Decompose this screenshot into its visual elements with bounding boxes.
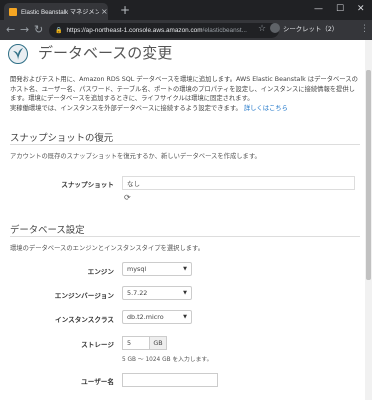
url-host: https://ap-northeast-1.console.aws.amazo… bbox=[66, 27, 203, 34]
intro-text: 開発およびテスト用に、Amazon RDS SQL データベースを環境に追加しま… bbox=[10, 76, 358, 103]
forward-button[interactable]: → bbox=[20, 23, 29, 37]
snapshot-select[interactable]: なし bbox=[122, 176, 355, 190]
lock-icon: 🔒 bbox=[55, 27, 63, 34]
close-window-button[interactable]: ✕ bbox=[357, 2, 365, 16]
tab-title: Elastic Beanstalk マネジメントコンソ bbox=[21, 9, 99, 16]
instance-class-label: インスタンスクラス bbox=[55, 316, 114, 324]
engine-label: エンジン bbox=[87, 268, 114, 276]
bookmark-star-icon[interactable]: ☆ bbox=[258, 24, 266, 34]
url-path: /elasticbeanst... bbox=[202, 27, 247, 34]
aws-favicon-icon bbox=[9, 7, 17, 16]
chevron-down-icon: ▼ bbox=[183, 290, 187, 296]
minimize-button[interactable]: — bbox=[314, 2, 323, 16]
divider bbox=[10, 236, 360, 237]
refresh-icon[interactable]: ⟳ bbox=[124, 193, 131, 202]
incognito-icon bbox=[270, 23, 280, 33]
new-tab-button[interactable]: + bbox=[120, 3, 130, 17]
chevron-down-icon: ▼ bbox=[183, 314, 187, 320]
snapshot-section-description: アカウントの既存のスナップショットを復元するか、新しいデータベースを作成します。 bbox=[10, 153, 261, 160]
maximize-button[interactable]: ☐ bbox=[336, 2, 344, 16]
storage-input[interactable]: 5 bbox=[122, 336, 150, 350]
learn-more-link[interactable]: 詳しくはこちら bbox=[244, 105, 288, 112]
engine-version-label: エンジンバージョン bbox=[54, 292, 114, 300]
page-scrollbar[interactable] bbox=[365, 40, 372, 400]
elastic-beanstalk-logo-icon bbox=[8, 44, 28, 64]
browser-titlebar: Elastic Beanstalk マネジメントコンソ × + — ☐ ✕ bbox=[0, 0, 372, 20]
storage-unit: GB bbox=[149, 336, 167, 350]
storage-hint: 5 GB ～ 1024 GB を入力します。 bbox=[122, 357, 213, 363]
username-label: ユーザー名 bbox=[81, 378, 114, 386]
engine-select[interactable]: mysql ▼ bbox=[122, 262, 192, 276]
incognito-profile-button[interactable]: シークレット（2） bbox=[270, 23, 338, 33]
divider bbox=[10, 144, 360, 145]
username-input[interactable] bbox=[122, 373, 218, 387]
db-section-title: データベース設定 bbox=[10, 225, 85, 236]
snapshot-label: スナップショット bbox=[61, 181, 114, 189]
chevron-down-icon: ▼ bbox=[183, 266, 187, 272]
browser-tab[interactable]: Elastic Beanstalk マネジメントコンソ × bbox=[4, 3, 108, 20]
db-section-description: 環境のデータベースのエンジンとインスタンスタイプを選択します。 bbox=[10, 245, 205, 252]
instance-class-value: db.t2.micro bbox=[127, 313, 164, 321]
page-content: データベースの変更 開発およびテスト用に、Amazon RDS SQL データベ… bbox=[0, 40, 365, 400]
engine-version-select[interactable]: 5.7.22 ▼ bbox=[122, 286, 192, 300]
profile-label: シークレット（2） bbox=[283, 24, 339, 33]
snapshot-section-title: スナップショットの復元 bbox=[10, 133, 114, 144]
engine-value: mysql bbox=[127, 265, 147, 273]
page-title: データベースの変更 bbox=[38, 44, 173, 62]
address-bar[interactable]: 🔒 https://ap-northeast-1.console.aws.ama… bbox=[49, 23, 279, 38]
reload-button[interactable]: ↻ bbox=[34, 23, 43, 37]
tab-close-icon[interactable]: × bbox=[101, 7, 108, 16]
browser-menu-icon[interactable]: ⋮ bbox=[360, 24, 369, 34]
back-button[interactable]: ← bbox=[6, 23, 15, 37]
storage-label: ストレージ bbox=[81, 341, 114, 349]
engine-version-value: 5.7.22 bbox=[127, 289, 148, 297]
intro-paragraph: 開発およびテスト用に、Amazon RDS SQL データベースを環境に追加しま… bbox=[10, 75, 360, 113]
intro-text-2: 実稼働環境では、インスタンスを外部データベースに接続するよう設定できます。 bbox=[10, 104, 242, 112]
instance-class-select[interactable]: db.t2.micro ▼ bbox=[122, 310, 192, 324]
scrollbar-thumb[interactable] bbox=[366, 70, 371, 280]
